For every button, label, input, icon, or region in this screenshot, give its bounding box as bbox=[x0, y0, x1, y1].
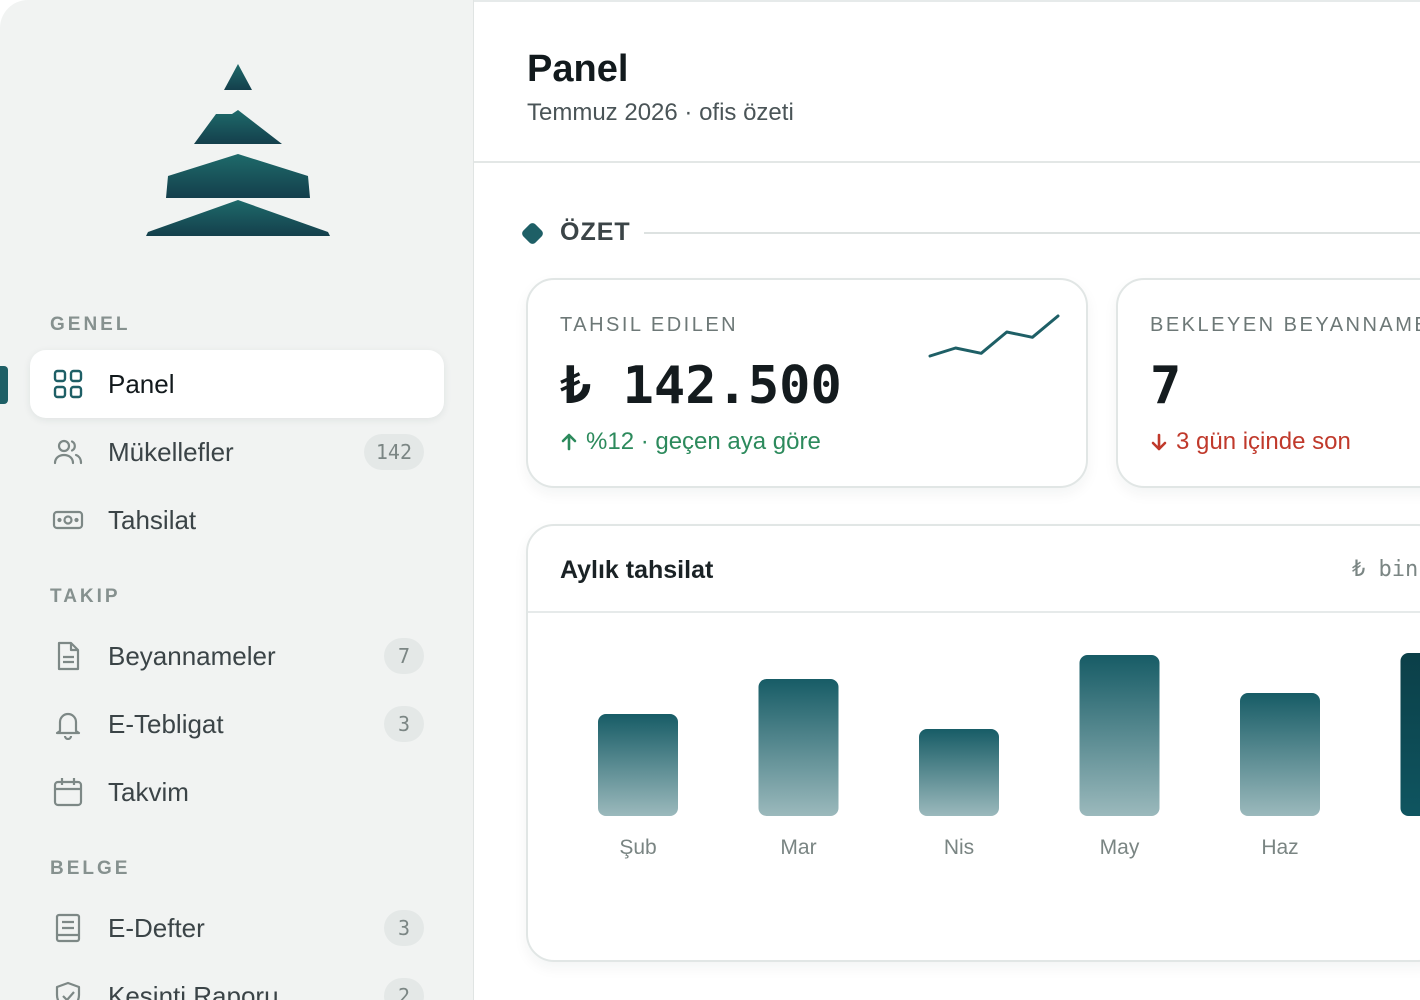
page-header: Panel Temmuz 2026 · ofis özeti bbox=[474, 0, 1420, 163]
sidebar-item-label: E-Defter bbox=[108, 912, 205, 943]
chart-x-label: Şub bbox=[619, 836, 656, 859]
page-title: Panel bbox=[527, 48, 629, 90]
document-icon bbox=[57, 641, 80, 671]
tree-logo-icon bbox=[146, 64, 330, 236]
bar-chart: ŞubMarNisMayHazTem bbox=[598, 653, 1420, 859]
section-label-genel: GENEL bbox=[50, 314, 131, 335]
stat-value: 7 bbox=[1150, 356, 1182, 416]
stat-label: BEKLEYEN BEYANNAME bbox=[1150, 314, 1420, 336]
sidebar-item-label: Mükellefler bbox=[108, 436, 234, 467]
users-icon bbox=[53, 439, 83, 465]
count-badge: 142 bbox=[363, 434, 424, 470]
sparkline-path bbox=[928, 314, 1060, 358]
chart-bar-May[interactable] bbox=[1079, 655, 1160, 816]
arrow-down-icon bbox=[1151, 433, 1167, 451]
bell-icon bbox=[55, 712, 81, 740]
shield-check-icon bbox=[55, 981, 81, 1000]
sidebar-item-kesinti-raporu[interactable]: Kesinti Raporu 2 bbox=[30, 962, 444, 1000]
section-divider bbox=[644, 232, 1420, 234]
section-label-takip: TAKIP bbox=[50, 586, 121, 607]
sidebar-item-label: Takvim bbox=[108, 776, 189, 807]
chart-bar-Tem[interactable] bbox=[1400, 653, 1420, 816]
chart-bar-Haz[interactable] bbox=[1240, 693, 1320, 816]
sidebar-item-label: Tahsilat bbox=[108, 504, 197, 535]
calendar-icon bbox=[53, 778, 83, 807]
count-badge: 3 bbox=[384, 910, 424, 946]
sidebar-item-label: Kesinti Raporu bbox=[108, 980, 279, 1000]
sidebar-item-label: E-Tebligat bbox=[108, 708, 224, 739]
stat-label: TAHSIL EDILEN bbox=[560, 314, 739, 336]
stat-card-tahsil-edilen[interactable]: TAHSIL EDILEN ₺ 142.500 %12 · geçen aya … bbox=[526, 278, 1088, 488]
page-subtitle: Temmuz 2026 · ofis özeti bbox=[527, 99, 794, 126]
summary-section-header: ÖZET bbox=[520, 218, 1420, 248]
chart-x-label: Nis bbox=[944, 836, 974, 859]
stat-delta: 3 gün içinde son bbox=[1150, 428, 1351, 456]
arrow-up-icon bbox=[561, 433, 577, 451]
stat-card-bekleyen-beyanname[interactable]: BEKLEYEN BEYANNAME 7 3 gün içinde son bbox=[1116, 278, 1420, 488]
chart-bar-Nis[interactable] bbox=[919, 729, 999, 816]
chart-x-label: Haz bbox=[1261, 836, 1298, 859]
diamond-icon bbox=[520, 221, 545, 246]
sidebar-item-label: Panel bbox=[108, 368, 175, 399]
sidebar-item-takvim[interactable]: Takvim bbox=[30, 758, 444, 826]
sidebar-item-panel[interactable]: Panel bbox=[30, 350, 444, 418]
grid-icon bbox=[53, 369, 83, 399]
sidebar-item-tahsilat[interactable]: Tahsilat bbox=[30, 486, 444, 554]
book-icon bbox=[55, 913, 81, 943]
chart-bar-Mar[interactable] bbox=[758, 679, 839, 816]
sidebar-item-label: Beyannameler bbox=[108, 640, 276, 671]
count-badge: 2 bbox=[384, 978, 424, 1000]
sidebar-item-e-tebligat[interactable]: E-Tebligat 3 bbox=[30, 690, 444, 758]
sparkline bbox=[928, 314, 1060, 358]
count-badge: 7 bbox=[384, 638, 424, 674]
chart-x-label: May bbox=[1100, 836, 1140, 859]
chart-x-label: Mar bbox=[780, 836, 816, 859]
active-indicator bbox=[0, 366, 8, 404]
sidebar-item-beyannameler[interactable]: Beyannameler 7 bbox=[30, 622, 444, 690]
sidebar-item-e-defter[interactable]: E-Defter 3 bbox=[30, 894, 444, 962]
sidebar: GENEL Panel Mükellefler 142 Tahsilat TAK… bbox=[0, 0, 474, 1000]
stat-delta: %12 · geçen aya göre bbox=[560, 428, 821, 456]
stat-delta-text: 3 gün içinde son bbox=[1176, 428, 1351, 455]
chart-card-aylik-tahsilat: Aylık tahsilat ₺ bin ŞubMarNisMayHazTem bbox=[526, 524, 1420, 962]
section-label-belge: BELGE bbox=[50, 858, 131, 879]
count-badge: 3 bbox=[384, 706, 424, 742]
chart-bar-Şub[interactable] bbox=[598, 714, 678, 816]
stat-value: ₺ 142.500 bbox=[560, 356, 842, 416]
section-title: ÖZET bbox=[560, 218, 631, 246]
sidebar-item-mukellefler[interactable]: Mükellefler 142 bbox=[30, 418, 444, 486]
stat-delta-text: %12 · geçen aya göre bbox=[586, 428, 821, 455]
banknote-icon bbox=[52, 510, 84, 530]
